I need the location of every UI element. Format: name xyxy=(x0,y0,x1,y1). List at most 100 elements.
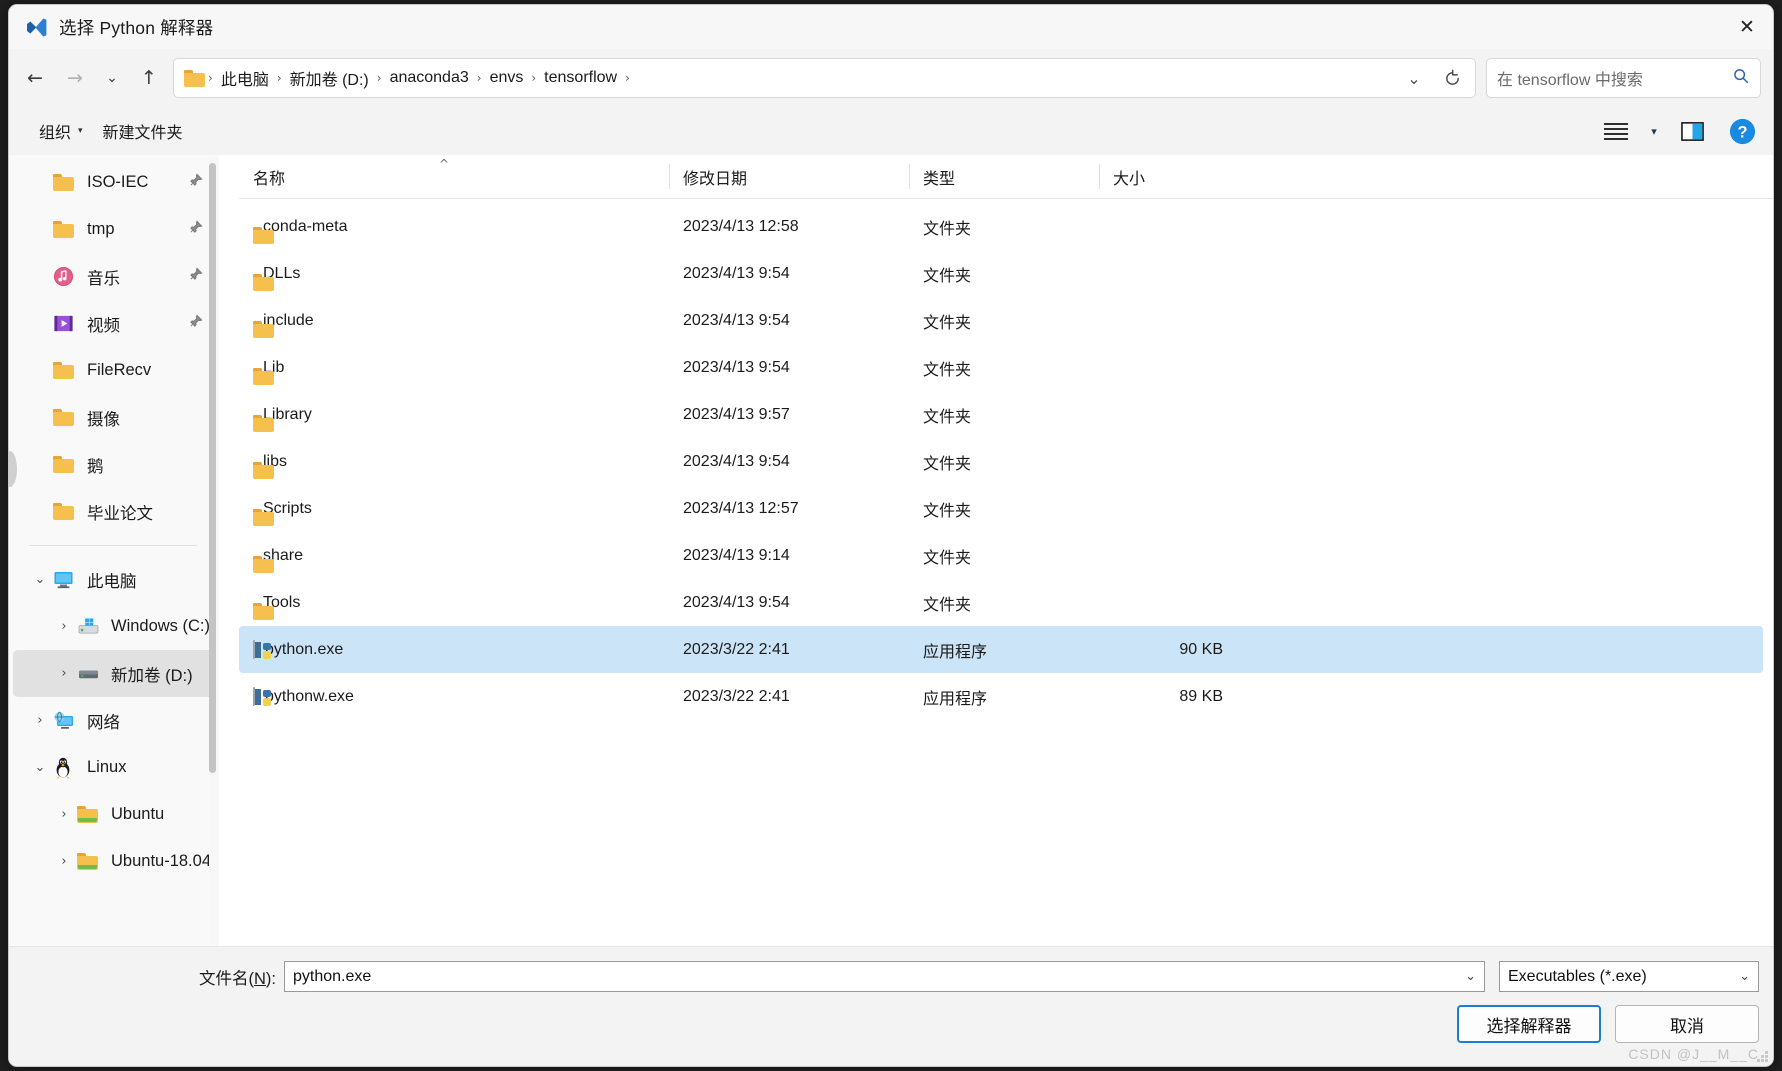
network-icon xyxy=(53,711,81,731)
file-type-filter-value: Executables (*.exe) xyxy=(1508,967,1647,985)
organize-button[interactable]: 组织 ▾ xyxy=(29,113,93,149)
music-icon xyxy=(53,266,81,287)
preview-pane-icon[interactable] xyxy=(1675,114,1709,148)
table-row[interactable]: include 2023/4/13 9:54 文件夹 xyxy=(239,297,1763,344)
help-icon[interactable]: ? xyxy=(1725,114,1759,148)
sidebar-item-label: 音乐 xyxy=(87,269,120,288)
table-row[interactable]: pythonw.exe 2023/3/22 2:41 应用程序 89 KB xyxy=(239,673,1763,720)
file-name-cell: Library xyxy=(239,406,669,432)
sidebar-item-new-volume-d[interactable]: › 新加卷 (D:) xyxy=(13,650,215,697)
resize-grip[interactable] xyxy=(1756,1050,1768,1062)
chevron-right-icon[interactable]: › xyxy=(27,713,53,728)
breadcrumb-item-0[interactable]: 此电脑 xyxy=(214,63,276,93)
table-row[interactable]: Scripts 2023/4/13 12:57 文件夹 xyxy=(239,485,1763,532)
sidebar-scrollbar-track[interactable] xyxy=(209,157,218,944)
pin-icon[interactable] xyxy=(188,219,203,240)
view-options-chevron-down-icon[interactable]: ▾ xyxy=(1637,114,1671,148)
file-name-label: python.exe xyxy=(265,640,344,658)
file-type-filter-select[interactable]: Executables (*.exe) ⌄ xyxy=(1499,961,1759,992)
column-header-date[interactable]: 修改日期 xyxy=(669,155,909,198)
sidebar-item-music[interactable]: › 音乐 xyxy=(13,253,215,300)
file-type-cell: 文件夹 xyxy=(923,267,972,285)
pin-icon[interactable] xyxy=(188,266,203,287)
sidebar-item-tmp[interactable]: › tmp xyxy=(13,206,215,253)
up-button[interactable]: ↑ xyxy=(129,60,169,96)
sidebar-item-label: Ubuntu xyxy=(111,805,165,823)
navigation-sidebar[interactable]: › ISO-IEC › tmp › xyxy=(9,155,219,946)
file-name-label: conda-meta xyxy=(263,217,348,235)
refresh-icon[interactable] xyxy=(1433,61,1471,95)
table-row[interactable]: Tools 2023/4/13 9:54 文件夹 xyxy=(239,579,1763,626)
chevron-down-icon[interactable]: ⌄ xyxy=(1465,969,1476,984)
chevron-placeholder: › xyxy=(27,222,53,237)
sidebar-item-goose[interactable]: › 鹅 xyxy=(13,441,215,488)
column-header-size[interactable]: 大小 xyxy=(1099,155,1239,198)
column-header-name-label: 名称 xyxy=(253,170,286,188)
sidebar-item-ubuntu-1804[interactable]: › Ubuntu-18.04 xyxy=(13,838,215,885)
breadcrumb-item-1[interactable]: 新加卷 (D:) xyxy=(283,63,376,93)
address-bar[interactable]: › 此电脑 › 新加卷 (D:) › anaconda3 › envs › te… xyxy=(173,58,1476,98)
sidebar-item-linux[interactable]: ⌄ Linux xyxy=(13,744,215,791)
file-list-rows: conda-meta 2023/4/13 12:58 文件夹 DLLs 2023… xyxy=(239,199,1773,946)
search-input[interactable]: 在 tensorflow 中搜索 xyxy=(1497,66,1732,90)
file-name-cell: include xyxy=(239,312,669,338)
chevron-right-icon[interactable]: › xyxy=(51,854,77,869)
sidebar-scrollbar-thumb[interactable] xyxy=(209,163,216,773)
pin-icon[interactable] xyxy=(188,313,203,334)
filename-input[interactable]: python.exe ⌄ xyxy=(284,961,1485,992)
select-interpreter-button[interactable]: 选择解释器 xyxy=(1457,1005,1601,1043)
list-view-icon[interactable] xyxy=(1599,114,1633,148)
sidebar-item-camera[interactable]: › 摄像 xyxy=(13,394,215,441)
close-icon[interactable]: ✕ xyxy=(1721,5,1773,49)
file-date-cell: 2023/4/13 9:54 xyxy=(683,264,790,282)
table-row[interactable]: share 2023/4/13 9:14 文件夹 xyxy=(239,532,1763,579)
table-row[interactable]: DLLs 2023/4/13 9:54 文件夹 xyxy=(239,250,1763,297)
chevron-down-icon[interactable]: ⌄ xyxy=(1739,969,1750,984)
sidebar-item-label: 视频 xyxy=(87,316,120,335)
chevron-right-icon[interactable]: › xyxy=(51,619,77,634)
breadcrumb-item-3[interactable]: envs xyxy=(483,66,531,90)
sidebar-item-ubuntu[interactable]: › Ubuntu xyxy=(13,791,215,838)
chevron-placeholder: › xyxy=(27,363,53,378)
recent-locations-button[interactable]: ⌄ xyxy=(95,60,129,96)
breadcrumb-separator: › xyxy=(625,71,630,85)
cancel-button[interactable]: 取消 xyxy=(1615,1005,1759,1043)
sidebar-item-this-pc[interactable]: ⌄ 此电脑 xyxy=(13,556,215,603)
chevron-right-icon[interactable]: › xyxy=(51,807,77,822)
sidebar-item-iso-iec[interactable]: › ISO-IEC xyxy=(13,159,215,206)
chevron-down-icon[interactable]: ⌄ xyxy=(27,760,53,775)
search-box[interactable]: 在 tensorflow 中搜索 xyxy=(1486,58,1761,98)
forward-button[interactable]: → xyxy=(55,60,95,96)
file-name-cell: Lib xyxy=(239,359,669,385)
chevron-down-icon[interactable]: ⌄ xyxy=(1395,61,1433,95)
folder-icon xyxy=(53,503,81,520)
chevron-down-icon[interactable]: ⌄ xyxy=(27,572,53,587)
new-folder-button[interactable]: 新建文件夹 xyxy=(93,113,193,149)
file-type-cell: 文件夹 xyxy=(923,361,972,379)
search-icon[interactable] xyxy=(1732,67,1750,90)
sidebar-item-filerecv[interactable]: › FileRecv xyxy=(13,347,215,394)
file-type-cell: 文件夹 xyxy=(923,455,972,473)
file-name-cell: libs xyxy=(239,453,669,479)
windows-drive-icon xyxy=(77,617,105,636)
breadcrumb-item-2[interactable]: anaconda3 xyxy=(383,66,476,90)
sidebar-item-windows-c[interactable]: › Windows (C:) xyxy=(13,603,215,650)
table-row[interactable]: python.exe 2023/3/22 2:41 应用程序 90 KB xyxy=(239,626,1763,673)
table-row[interactable]: Library 2023/4/13 9:57 文件夹 xyxy=(239,391,1763,438)
column-header-name[interactable]: 名称 ^ xyxy=(239,155,669,198)
sidebar-item-video[interactable]: › 视频 xyxy=(13,300,215,347)
back-button[interactable]: ← xyxy=(15,60,55,96)
pin-icon[interactable] xyxy=(188,172,203,193)
python-exe-icon xyxy=(253,639,271,659)
sidebar-item-thesis[interactable]: › 毕业论文 xyxy=(13,488,215,535)
file-name-cell: conda-meta xyxy=(239,217,669,244)
table-row[interactable]: conda-meta 2023/4/13 12:58 文件夹 xyxy=(239,203,1763,250)
sidebar-item-network[interactable]: › 网络 xyxy=(13,697,215,744)
column-header-type[interactable]: 类型 xyxy=(909,155,1099,198)
chevron-placeholder: › xyxy=(27,175,53,190)
table-row[interactable]: Lib 2023/4/13 9:54 文件夹 xyxy=(239,344,1763,391)
breadcrumb-item-4[interactable]: tensorflow xyxy=(537,66,624,90)
chevron-right-icon[interactable]: › xyxy=(51,666,77,681)
file-type-cell: 文件夹 xyxy=(923,408,972,426)
table-row[interactable]: libs 2023/4/13 9:54 文件夹 xyxy=(239,438,1763,485)
